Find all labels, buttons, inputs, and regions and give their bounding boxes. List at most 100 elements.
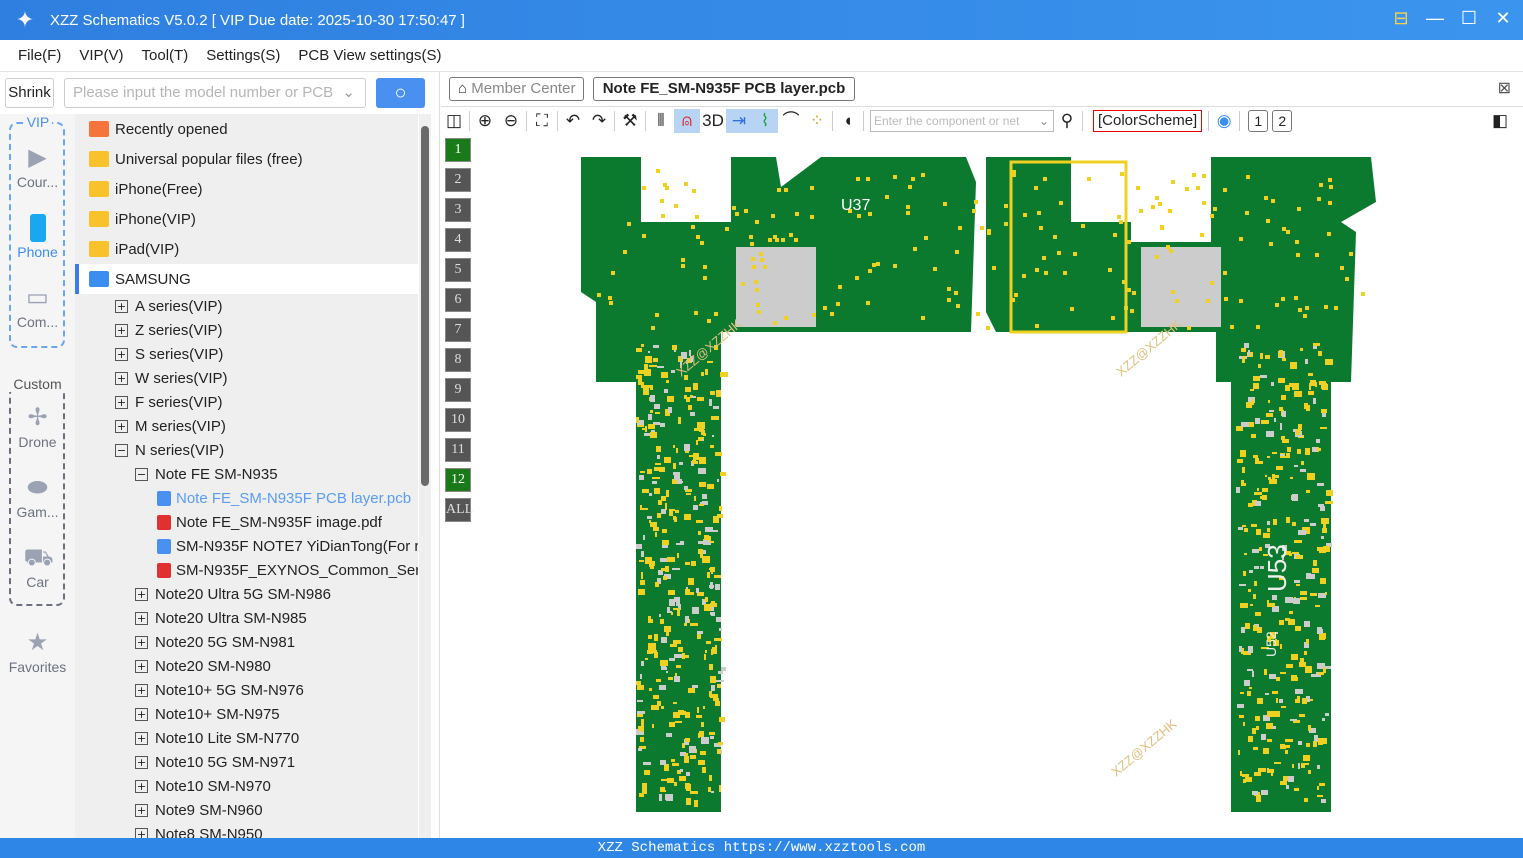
- expand-icon[interactable]: +: [115, 299, 128, 313]
- menu-pcb-view-settings[interactable]: PCB View settings(S): [298, 47, 441, 64]
- expand-icon[interactable]: +: [135, 707, 148, 721]
- tree-file[interactable]: Note FE_SM-N935F image.pdf: [157, 510, 382, 534]
- tree-model[interactable]: + Note20 Ultra SM-N985: [135, 606, 307, 630]
- color-scheme-button[interactable]: [ColorScheme]: [1093, 109, 1203, 132]
- close-tabs-icon[interactable]: ⊠: [1498, 78, 1511, 98]
- shrink-button[interactable]: Shrink: [5, 78, 54, 108]
- rotate-right-icon[interactable]: ↷: [586, 109, 612, 133]
- tree-model[interactable]: + Note20 SM-N980: [135, 654, 271, 678]
- tree-folder[interactable]: iPhone(VIP): [75, 204, 418, 234]
- tree-scrollbar[interactable]: [419, 114, 431, 838]
- tree-folder[interactable]: iPhone(Free): [75, 174, 418, 204]
- expand-icon[interactable]: +: [135, 659, 148, 673]
- fit-screen-icon[interactable]: ⛶: [529, 109, 555, 133]
- tree-model[interactable]: + Note9 SM-N960: [135, 798, 263, 822]
- expand-icon[interactable]: +: [135, 611, 148, 625]
- tree-folder[interactable]: iPad(VIP): [75, 234, 418, 264]
- tree-folder[interactable]: Recently opened: [75, 114, 418, 144]
- chevron-down-icon[interactable]: ⌄: [342, 79, 355, 107]
- zoom-in-icon[interactable]: ⊕: [472, 109, 498, 133]
- search-icon[interactable]: ⚲: [1054, 109, 1080, 133]
- expand-icon[interactable]: +: [135, 587, 148, 601]
- expand-icon[interactable]: +: [135, 635, 148, 649]
- zoom-out-icon[interactable]: ⊖: [498, 109, 524, 133]
- expand-icon[interactable]: +: [135, 827, 148, 838]
- category-drone[interactable]: ✢ Drone: [0, 404, 75, 450]
- net-icon[interactable]: ⌇: [752, 108, 778, 133]
- tab-member-center[interactable]: ⌂ Member Center: [449, 77, 585, 101]
- layer-button[interactable]: 6: [445, 288, 471, 312]
- close-button[interactable]: ✕: [1493, 8, 1513, 29]
- tree-series[interactable]: + M series(VIP): [115, 414, 226, 438]
- menu-settings[interactable]: Settings(S): [206, 47, 280, 64]
- layer-button[interactable]: 2: [445, 168, 471, 192]
- expand-icon[interactable]: +: [135, 803, 148, 817]
- tree-model[interactable]: + Note10 SM-N970: [135, 774, 271, 798]
- component-search-input[interactable]: Enter the component or net ⌄: [870, 109, 1054, 132]
- layer-button[interactable]: 10: [445, 408, 471, 432]
- menu-file[interactable]: File(F): [18, 47, 61, 64]
- tree-file[interactable]: SM-N935F NOTE7 YiDianTong(For re: [157, 534, 418, 558]
- brush-icon[interactable]: ⚒: [617, 109, 643, 133]
- tree-series[interactable]: + W series(VIP): [115, 366, 228, 390]
- category-car[interactable]: ⛟ Car: [0, 544, 75, 590]
- category-computer[interactable]: ▭ Com...: [0, 284, 75, 330]
- eye-icon[interactable]: ◉: [1211, 109, 1237, 133]
- tree-series[interactable]: + A series(VIP): [115, 294, 223, 318]
- tree-model[interactable]: + Note10 5G SM-N971: [135, 750, 295, 774]
- layer-button[interactable]: 1: [445, 138, 471, 162]
- tree-file[interactable]: SM-N935F_EXYNOS_Common_Servic: [157, 558, 418, 582]
- scrollbar-thumb[interactable]: [421, 126, 429, 486]
- layer-button[interactable]: 12: [445, 468, 471, 492]
- split-view-icon[interactable]: ◫: [441, 109, 467, 133]
- menu-tool[interactable]: Tool(T): [142, 47, 189, 64]
- category-phone[interactable]: Phone: [0, 214, 75, 260]
- collapse-icon[interactable]: −: [135, 467, 148, 481]
- diode-icon[interactable]: ⇥: [726, 108, 752, 133]
- category-courses[interactable]: ▶ Cour...: [0, 144, 75, 190]
- dots-icon[interactable]: ⁘: [804, 109, 830, 133]
- tab-pcb-file[interactable]: Note FE_SM-N935F PCB layer.pcb: [593, 77, 855, 101]
- favorites[interactable]: ★ Favorites: [0, 629, 75, 675]
- tree-model[interactable]: + Note10 Lite SM-N770: [135, 726, 299, 750]
- rotate-left-icon[interactable]: ↶: [560, 109, 586, 133]
- tree-model[interactable]: − Note FE SM-N935: [135, 462, 278, 486]
- expand-icon[interactable]: +: [115, 347, 128, 361]
- side-1-button[interactable]: 1: [1248, 109, 1269, 132]
- expand-icon[interactable]: +: [135, 683, 148, 697]
- 3d-button[interactable]: 3D: [700, 109, 726, 133]
- minimize-button[interactable]: —: [1425, 8, 1445, 29]
- trace-icon[interactable]: ⌒: [778, 109, 804, 133]
- layer-button[interactable]: ALL: [445, 498, 473, 522]
- expand-icon[interactable]: +: [115, 419, 128, 433]
- tree-model[interactable]: + Note10+ SM-N975: [135, 702, 280, 726]
- mirror-icon[interactable]: ⫴: [648, 109, 674, 133]
- tree-model[interactable]: + Note10+ 5G SM-N976: [135, 678, 304, 702]
- expand-icon[interactable]: +: [115, 395, 128, 409]
- search-button[interactable]: ○: [376, 78, 425, 108]
- panel-toggle-icon[interactable]: ◧: [1487, 109, 1513, 133]
- chevron-down-icon[interactable]: ⌄: [1039, 111, 1049, 131]
- expand-icon[interactable]: +: [135, 731, 148, 745]
- category-games[interactable]: ⬬ Gam...: [0, 474, 75, 520]
- layer-button[interactable]: 3: [445, 198, 471, 222]
- tree-series[interactable]: + S series(VIP): [115, 342, 223, 366]
- expand-icon[interactable]: +: [135, 755, 148, 769]
- layer-button[interactable]: 9: [445, 378, 471, 402]
- tree-series[interactable]: + Z series(VIP): [115, 318, 223, 342]
- tree-model[interactable]: + Note20 Ultra 5G SM-N986: [135, 582, 331, 606]
- menu-vip[interactable]: VIP(V): [79, 47, 123, 64]
- tree-file[interactable]: Note FE_SM-N935F PCB layer.pcb: [157, 486, 411, 510]
- tree-model[interactable]: + Note8 SM-N950: [135, 822, 263, 838]
- tree-folder[interactable]: Universal popular files (free): [75, 144, 418, 174]
- layer-button[interactable]: 8: [445, 348, 471, 372]
- layer-button[interactable]: 7: [445, 318, 471, 342]
- expand-icon[interactable]: +: [115, 371, 128, 385]
- tree-series[interactable]: − N series(VIP): [115, 438, 224, 462]
- expand-icon[interactable]: +: [135, 779, 148, 793]
- model-search-input[interactable]: Please input the model number or PCB ⌄: [64, 78, 366, 108]
- mouse-icon[interactable]: ◖: [835, 109, 861, 133]
- layer-button[interactable]: 5: [445, 258, 471, 282]
- vip-icon[interactable]: ⊟: [1391, 8, 1411, 29]
- side-2-button[interactable]: 2: [1272, 109, 1293, 132]
